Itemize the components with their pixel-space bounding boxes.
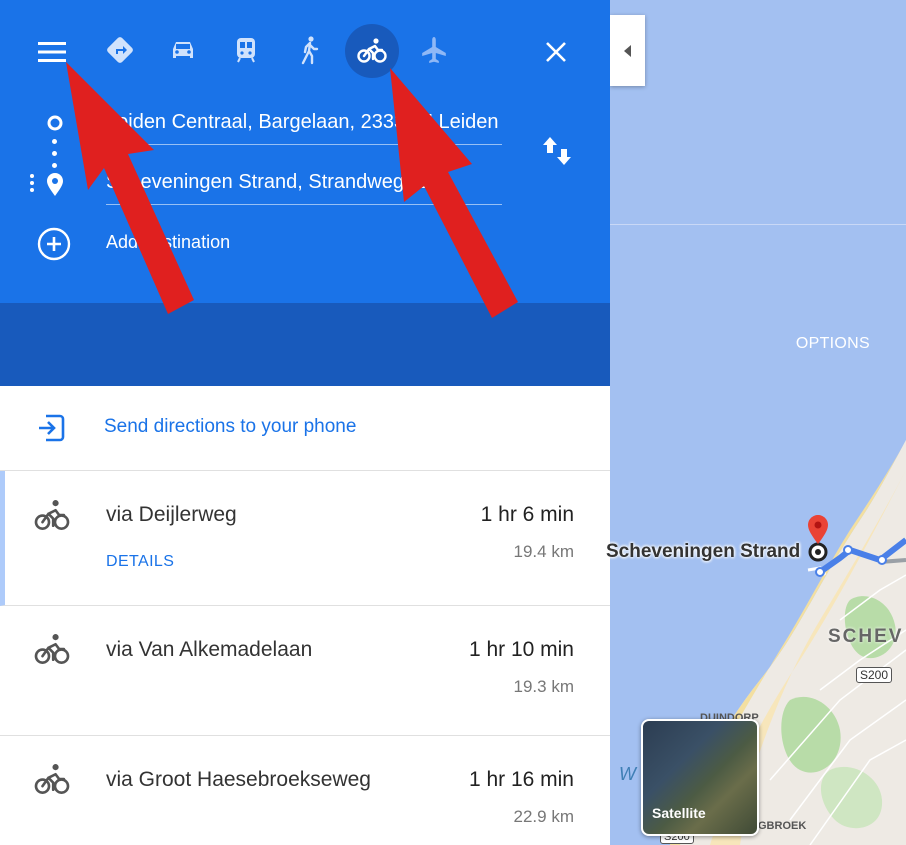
route-option[interactable]: via Deijlerweg 1 hr 6 min 19.4 km DETAIL…	[0, 471, 610, 606]
route-distance: 19.4 km	[513, 542, 574, 561]
origin-circle-icon	[47, 115, 63, 131]
route-details-link[interactable]: DETAILS	[106, 553, 174, 571]
add-circle-icon[interactable]	[36, 226, 72, 262]
swap-button[interactable]	[536, 130, 578, 172]
route-name: via Deijlerweg	[106, 503, 237, 526]
origin-input[interactable]: Leiden Centraal, Bargelaan, 2333 AJ Leid…	[106, 101, 502, 145]
route-dot	[52, 151, 57, 156]
map-place-label[interactable]: Scheveningen Strand	[606, 541, 800, 563]
send-to-phone-row[interactable]: Send directions to your phone	[0, 386, 610, 471]
route-time: 1 hr 6 min	[480, 503, 574, 526]
walk-icon	[301, 36, 319, 65]
directions-icon	[107, 37, 133, 63]
area-label: GBROEK	[758, 820, 807, 832]
options-button[interactable]: OPTIONS	[796, 335, 870, 353]
add-destination-link[interactable]: Add destination	[106, 232, 230, 253]
menu-button[interactable]	[30, 30, 74, 74]
bike-icon	[34, 764, 70, 794]
close-button[interactable]	[534, 30, 578, 74]
destination-input[interactable]: Scheveningen Strand, Strandweg, 25	[106, 161, 502, 205]
route-distance: 22.9 km	[513, 807, 574, 826]
map-divider	[610, 224, 906, 225]
chevron-left-icon	[624, 44, 631, 57]
route-distance: 19.3 km	[513, 677, 574, 696]
options-bar	[0, 303, 610, 386]
car-icon	[173, 42, 193, 58]
route-option[interactable]: via Van Alkemadelaan 1 hr 10 min 19.3 km	[0, 606, 610, 736]
send-to-phone-icon	[39, 414, 65, 442]
satellite-label: Satellite	[652, 805, 706, 821]
satellite-toggle[interactable]: Satellite	[641, 719, 759, 836]
route-name: via Groot Haesebroekseweg	[106, 768, 371, 791]
plane-icon	[422, 37, 446, 63]
train-icon	[237, 38, 255, 63]
route-dot	[52, 139, 57, 144]
mode-flights-button[interactable]	[406, 22, 462, 78]
collapse-panel-button[interactable]	[610, 15, 645, 86]
close-icon	[546, 42, 566, 62]
destination-pin-icon	[47, 173, 63, 196]
mode-walking-button[interactable]	[281, 22, 337, 78]
map-district-label: SCHEV	[828, 626, 904, 647]
bike-icon	[357, 38, 387, 63]
mode-cycling-button[interactable]	[345, 24, 399, 78]
swap-icon	[543, 137, 571, 165]
directions-header: Leiden Centraal, Bargelaan, 2333 AJ Leid…	[0, 0, 610, 303]
menu-icon	[38, 42, 66, 62]
route-time: 1 hr 10 min	[468, 638, 574, 661]
mode-transit-button[interactable]	[218, 22, 274, 78]
route-option[interactable]: via Groot Haesebroekseweg 1 hr 16 min 22…	[0, 736, 610, 845]
road-shield: S200	[856, 667, 893, 683]
route-name: via Van Alkemadelaan	[106, 638, 313, 661]
route-dot	[52, 163, 57, 168]
route-time: 1 hr 16 min	[468, 768, 574, 791]
bike-icon	[34, 634, 70, 664]
bike-icon	[34, 500, 70, 530]
water-label: W	[619, 764, 636, 784]
mode-driving-button[interactable]	[155, 22, 211, 78]
mode-best-button[interactable]	[92, 22, 148, 78]
send-to-phone-label: Send directions to your phone	[104, 416, 357, 437]
drag-handle-icon[interactable]	[28, 172, 36, 194]
